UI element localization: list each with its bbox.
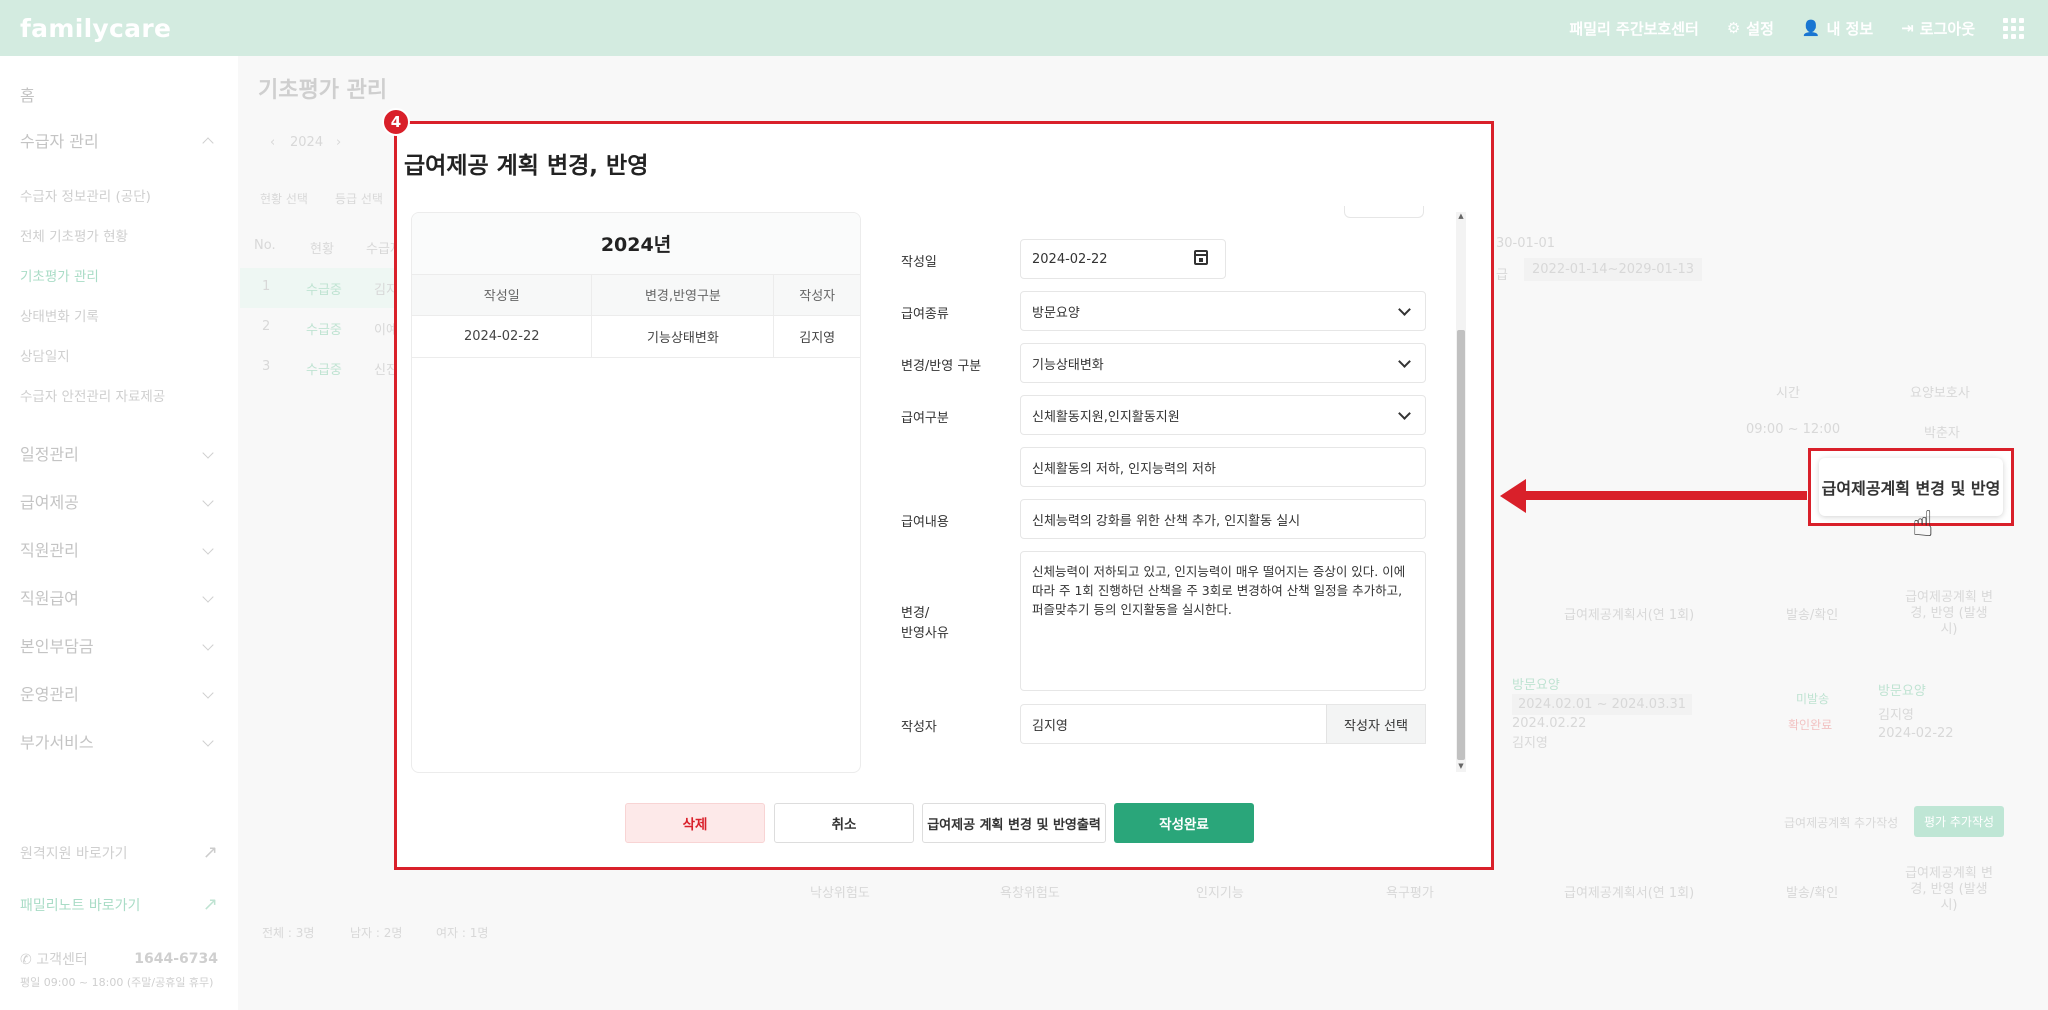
add-plan-button[interactable]: 급여제공계획 추가작성 bbox=[1784, 814, 1898, 831]
sidebar-item-group[interactable]: 직원급여 bbox=[20, 585, 218, 609]
grade-period: 2022-01-14~2029-01-13 bbox=[1524, 258, 1702, 281]
external-link-icon: ↗ bbox=[202, 894, 218, 915]
grade-filter[interactable]: 등급 선택 bbox=[335, 190, 383, 207]
summary-total: 전체 : 3명 bbox=[262, 926, 315, 940]
row-no: 1 bbox=[262, 279, 271, 294]
plan-period: 2024.02.01 ~ 2024.03.31 bbox=[1512, 694, 1693, 715]
my-info-link[interactable]: 👤 내 정보 bbox=[1802, 18, 1873, 39]
col-fall: 낙상위험도 bbox=[810, 886, 870, 901]
col-needs: 욕구평가 bbox=[1386, 886, 1434, 901]
col-time: 시간 bbox=[1776, 386, 1800, 401]
sidebar-subitem[interactable]: 상담일지 bbox=[20, 345, 218, 365]
col-no: No. bbox=[254, 238, 276, 253]
sidebar: 홈 수급자 관리 수급자 정보관리 (공단) 전체 기초평가 현황 기초평가 관… bbox=[0, 56, 238, 1010]
chevron-down-icon bbox=[202, 543, 214, 555]
phone-icon: ✆ 고객센터 bbox=[20, 952, 88, 968]
sidebar-subitem-active[interactable]: 기초평가 관리 bbox=[20, 265, 218, 285]
plan-header: 급여제공계획서(연 1회) bbox=[1564, 608, 1695, 623]
change-header: 급여제공계획 변경, 반영 (발생시) bbox=[1905, 590, 1993, 637]
sidebar-item-recipient-mgmt[interactable]: 수급자 관리 bbox=[20, 128, 218, 152]
row-status: 수급중 bbox=[306, 283, 342, 298]
apps-grid-icon[interactable] bbox=[2003, 17, 2024, 39]
pointing-hand-icon: ☝ bbox=[1912, 504, 1934, 545]
user-icon: 👤 bbox=[1801, 19, 1821, 37]
time-value: 09:00 ~ 12:00 bbox=[1746, 422, 1841, 437]
sidebar-item-group[interactable]: 일정관리 bbox=[20, 441, 218, 465]
send-header-2: 발송/확인 bbox=[1786, 886, 1839, 901]
sidebar-item-group[interactable]: 급여제공 bbox=[20, 489, 218, 513]
caregiver-value: 박춘자 bbox=[1924, 426, 1960, 441]
top-bar: familycare 패밀리 주간보호센터 ⚙ 설정 👤 내 정보 ⇥ 로그아웃 bbox=[0, 0, 2048, 56]
chevron-up-icon bbox=[202, 137, 214, 149]
chevron-down-icon bbox=[202, 735, 214, 747]
chevron-down-icon bbox=[202, 687, 214, 699]
chevron-down-icon bbox=[202, 495, 214, 507]
col-bedsore: 욕창위험도 bbox=[1000, 886, 1060, 901]
add-eval-button[interactable]: 평가 추가작성 bbox=[1914, 806, 2005, 837]
page-title: 기초평가 관리 bbox=[258, 78, 388, 103]
sidebar-subitem[interactable]: 상태변화 기록 bbox=[20, 305, 218, 325]
col-caregiver: 요양보호사 bbox=[1910, 386, 1970, 401]
remote-support-link[interactable]: 원격지원 바로가기 ↗ bbox=[20, 842, 218, 863]
annotation-arrow-line bbox=[1520, 491, 1807, 500]
sidebar-item-group[interactable]: 부가서비스 bbox=[20, 729, 218, 753]
sidebar-item-group[interactable]: 직원관리 bbox=[20, 537, 218, 561]
sidebar-subitem[interactable]: 수급자 안전관리 자료제공 bbox=[20, 385, 218, 405]
col-cognitive: 인지기능 bbox=[1196, 886, 1244, 901]
row-status: 수급중 bbox=[306, 323, 342, 338]
support-center: ✆ 고객센터 1644-6734 bbox=[20, 951, 218, 968]
row-no: 2 bbox=[262, 319, 271, 334]
settings-link[interactable]: ⚙ 설정 bbox=[1727, 18, 1774, 39]
change-writer: 김지영 bbox=[1878, 708, 1914, 723]
logout-icon: ⇥ bbox=[1901, 19, 1914, 37]
chevron-down-icon bbox=[202, 639, 214, 651]
status-filter[interactable]: 현황 선택 bbox=[260, 190, 308, 207]
row-no: 3 bbox=[262, 359, 271, 374]
support-hours: 평일 09:00 ~ 18:00 (주말/공휴일 휴무) bbox=[20, 976, 214, 989]
modal-highlight-frame bbox=[394, 121, 1494, 870]
change-type[interactable]: 방문요양 bbox=[1878, 680, 1926, 699]
callout-frame: 급여제공계획 변경 및 반영 bbox=[1808, 448, 2014, 526]
plan-type[interactable]: 방문요양 bbox=[1512, 674, 1560, 693]
sidebar-item-group[interactable]: 본인부담금 bbox=[20, 633, 218, 657]
grade-label: 급 bbox=[1496, 268, 1508, 283]
external-link-icon: ↗ bbox=[202, 842, 218, 863]
sidebar-subitem[interactable]: 전체 기초평가 현황 bbox=[20, 225, 218, 245]
chevron-down-icon bbox=[202, 447, 214, 459]
change-plan-button[interactable]: 급여제공계획 변경 및 반영 bbox=[1819, 458, 2003, 516]
year-selector[interactable]: 2024 bbox=[290, 135, 323, 150]
logout-link[interactable]: ⇥ 로그아웃 bbox=[1901, 18, 1975, 39]
change-header-2: 급여제공계획 변경, 반영 (발생시) bbox=[1905, 866, 1993, 913]
send-header: 발송/확인 bbox=[1786, 608, 1839, 623]
annotation-arrow-head-icon bbox=[1500, 479, 1526, 513]
familynote-link[interactable]: 패밀리노트 바로가기 ↗ bbox=[20, 894, 218, 915]
brand-logo[interactable]: familycare bbox=[20, 14, 171, 43]
summary-female: 여자 : 1명 bbox=[436, 926, 489, 940]
plan-date: 2024.02.22 bbox=[1512, 716, 1587, 731]
chevron-down-icon bbox=[202, 591, 214, 603]
top-nav: 패밀리 주간보호센터 ⚙ 설정 👤 내 정보 ⇥ 로그아웃 bbox=[1569, 0, 2024, 56]
gear-icon: ⚙ bbox=[1726, 19, 1741, 37]
change-date: 2024-02-22 bbox=[1878, 726, 1954, 741]
summary-male: 남자 : 2명 bbox=[350, 926, 403, 940]
plan-writer: 김지영 bbox=[1512, 736, 1548, 751]
step-badge: 4 bbox=[382, 108, 410, 136]
sidebar-item-home[interactable]: 홈 bbox=[20, 82, 218, 106]
row-status: 수급중 bbox=[306, 363, 342, 378]
sidebar-subitem[interactable]: 수급자 정보관리 (공단) bbox=[20, 185, 218, 205]
sidebar-item-group[interactable]: 운영관리 bbox=[20, 681, 218, 705]
prev-year-arrow[interactable]: ‹ bbox=[270, 135, 275, 150]
date-partial: 30-01-01 bbox=[1496, 236, 1556, 251]
plan-header-2: 급여제공계획서(연 1회) bbox=[1564, 886, 1695, 901]
center-name: 패밀리 주간보호센터 bbox=[1569, 19, 1699, 38]
col-status: 현황 bbox=[310, 242, 334, 257]
send-status[interactable]: 미발송 bbox=[1796, 690, 1829, 707]
next-year-arrow[interactable]: › bbox=[336, 135, 341, 150]
confirm-status: 확인완료 bbox=[1788, 718, 1833, 732]
